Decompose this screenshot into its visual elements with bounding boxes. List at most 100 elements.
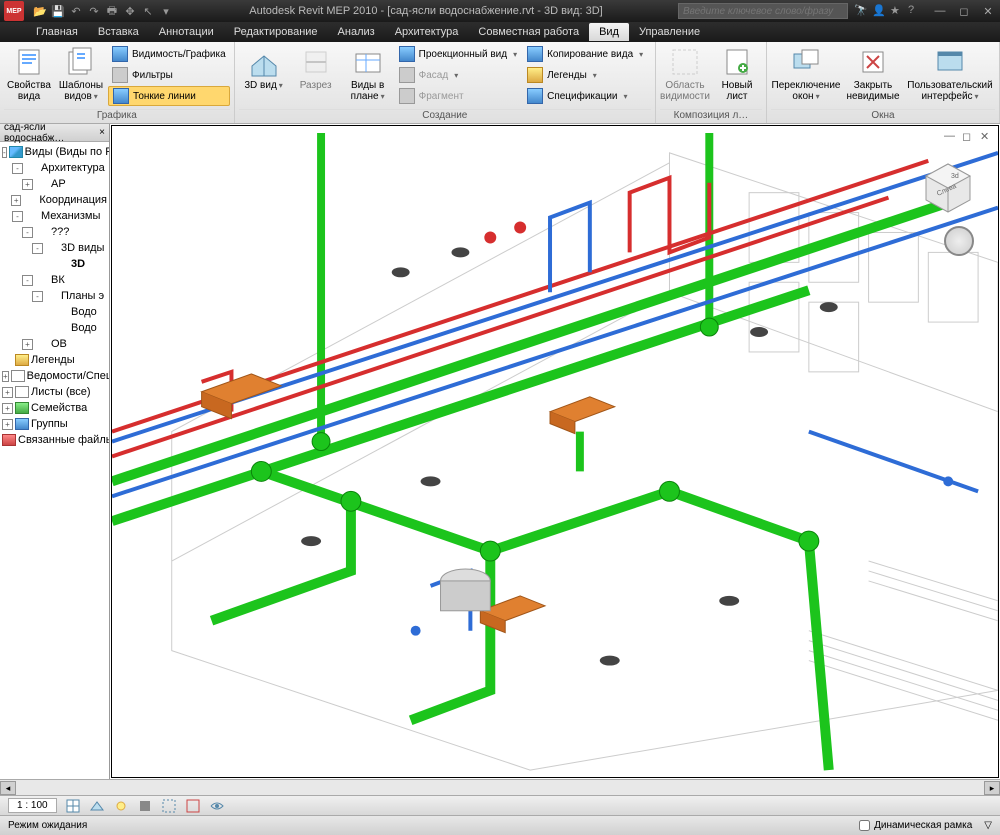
minimize-button[interactable]: — bbox=[928, 2, 952, 20]
tab-annotate[interactable]: Аннотации bbox=[149, 23, 224, 41]
expander-icon[interactable]: + bbox=[11, 195, 21, 206]
qat-open-icon[interactable]: 📂 bbox=[32, 3, 48, 19]
tree-node[interactable]: +ОВ bbox=[2, 336, 107, 352]
navigation-wheel[interactable] bbox=[944, 226, 974, 256]
tree-node[interactable]: +Координация bbox=[2, 192, 107, 208]
expander-icon[interactable]: + bbox=[22, 339, 33, 350]
plan-views-button[interactable]: Виды в плане▾ bbox=[343, 44, 393, 104]
expander-icon[interactable]: - bbox=[12, 211, 23, 222]
tree-node[interactable]: +Листы (все) bbox=[2, 384, 107, 400]
qat-modify-icon[interactable]: ✥ bbox=[122, 3, 138, 19]
tree-node[interactable]: -Виды (Виды по Р bbox=[2, 144, 107, 160]
tree-node[interactable]: Водо bbox=[2, 320, 107, 336]
viewport-3d[interactable]: — ◻ ✕ Слева 3d bbox=[111, 125, 999, 778]
tree-node[interactable]: -Механизмы bbox=[2, 208, 107, 224]
dynamic-frame-checkbox[interactable] bbox=[859, 820, 870, 831]
user-interface-button[interactable]: Пользовательский интерфейс▾ bbox=[905, 44, 995, 104]
visual-style-icon[interactable] bbox=[89, 798, 105, 814]
hide-isolate-icon[interactable] bbox=[209, 798, 225, 814]
crop-visible-icon[interactable] bbox=[185, 798, 201, 814]
tab-modify[interactable]: Редактирование bbox=[224, 23, 328, 41]
duplicate-view-button[interactable]: Копирование вида▾ bbox=[523, 44, 647, 64]
tree-node[interactable]: +Семейства bbox=[2, 400, 107, 416]
close-button[interactable]: ✕ bbox=[976, 2, 1000, 20]
new-sheet-button[interactable]: Новый лист bbox=[712, 44, 762, 104]
scroll-right-button[interactable]: ▸ bbox=[984, 781, 1000, 795]
viewcube[interactable]: Слева 3d bbox=[918, 156, 978, 216]
search-input[interactable] bbox=[678, 3, 848, 19]
detail-level-icon[interactable] bbox=[65, 798, 81, 814]
qat-print-icon[interactable]: 🖶 bbox=[104, 3, 120, 19]
expander-icon[interactable]: - bbox=[12, 163, 23, 174]
tree-node[interactable]: -Архитектура bbox=[2, 160, 107, 176]
tree-node[interactable]: -3D виды bbox=[2, 240, 107, 256]
tree-node[interactable]: +АР bbox=[2, 176, 107, 192]
tab-manage[interactable]: Управление bbox=[629, 23, 710, 41]
thin-lines-button[interactable]: Тонкие линии bbox=[108, 86, 230, 106]
browser-header[interactable]: сад-ясли водоснабж… × bbox=[0, 124, 109, 142]
vp-restore-icon[interactable]: ◻ bbox=[962, 130, 976, 144]
scroll-left-button[interactable]: ◂ bbox=[0, 781, 16, 795]
maximize-button[interactable]: ◻ bbox=[952, 2, 976, 20]
sun-path-icon[interactable] bbox=[113, 798, 129, 814]
horizontal-scrollbar[interactable]: ◂ ▸ bbox=[0, 779, 1000, 795]
tree-node[interactable]: Водо bbox=[2, 304, 107, 320]
switch-windows-button[interactable]: Переключение окон▾ bbox=[771, 44, 841, 104]
section-button[interactable]: Разрез bbox=[291, 44, 341, 93]
fragment-button[interactable]: Фрагмент bbox=[395, 86, 521, 106]
close-hidden-button[interactable]: Закрыть невидимые bbox=[843, 44, 903, 104]
tab-view[interactable]: Вид bbox=[589, 23, 629, 41]
tree-node[interactable]: +Группы bbox=[2, 416, 107, 432]
tree-node[interactable]: Связанные файлы bbox=[2, 432, 107, 448]
help-icon[interactable]: ? bbox=[908, 4, 922, 18]
visibility-graphics-button[interactable]: Видимость/Графика bbox=[108, 44, 230, 64]
expander-icon[interactable]: - bbox=[22, 227, 33, 238]
qat-cursor-icon[interactable]: ↖ bbox=[140, 3, 156, 19]
expander-icon[interactable]: + bbox=[2, 387, 13, 398]
view-properties-button[interactable]: Свойства вида bbox=[4, 44, 54, 104]
tab-collaborate[interactable]: Совместная работа bbox=[468, 23, 589, 41]
expander-icon[interactable]: - bbox=[2, 147, 7, 158]
3d-view-button[interactable]: 3D вид▾ bbox=[239, 44, 289, 93]
qat-redo-icon[interactable]: ↷ bbox=[86, 3, 102, 19]
binoculars-icon[interactable]: 🔭 bbox=[854, 4, 868, 18]
tab-architecture[interactable]: Архитектура bbox=[385, 23, 469, 41]
tree-node[interactable]: -ВК bbox=[2, 272, 107, 288]
communication-icon[interactable]: 👤 bbox=[872, 4, 886, 18]
filter-status-icon[interactable]: ▽ bbox=[984, 820, 992, 831]
view-templates-button[interactable]: Шаблоны видов▾ bbox=[56, 44, 106, 104]
legends-button[interactable]: Легенды▾ bbox=[523, 65, 647, 85]
tree-node[interactable]: -Планы э bbox=[2, 288, 107, 304]
tab-insert[interactable]: Вставка bbox=[88, 23, 149, 41]
browser-tree[interactable]: -Виды (Виды по Р-Архитектура+АР+Координа… bbox=[0, 142, 109, 779]
expander-icon[interactable]: - bbox=[32, 291, 43, 302]
tab-analyze[interactable]: Анализ bbox=[328, 23, 385, 41]
tab-home[interactable]: Главная bbox=[26, 23, 88, 41]
qat-undo-icon[interactable]: ↶ bbox=[68, 3, 84, 19]
projection-view-button[interactable]: Проекционный вид▾ bbox=[395, 44, 521, 64]
favorite-icon[interactable]: ★ bbox=[890, 4, 904, 18]
shadows-icon[interactable] bbox=[137, 798, 153, 814]
expander-icon[interactable]: + bbox=[2, 403, 13, 414]
expander-icon[interactable]: - bbox=[22, 275, 33, 286]
tree-node[interactable]: 3D bbox=[2, 256, 107, 272]
expander-icon[interactable]: + bbox=[22, 179, 33, 190]
expander-icon[interactable]: - bbox=[32, 243, 43, 254]
tree-node[interactable]: -??? bbox=[2, 224, 107, 240]
scale-selector[interactable]: 1 : 100 bbox=[8, 798, 57, 813]
app-icon[interactable]: MEP bbox=[4, 1, 24, 21]
vp-close-icon[interactable]: ✕ bbox=[980, 130, 994, 144]
schedules-button[interactable]: Спецификации▾ bbox=[523, 86, 647, 106]
tree-node[interactable]: Легенды bbox=[2, 352, 107, 368]
qat-dd-icon[interactable]: ▾ bbox=[158, 3, 174, 19]
qat-save-icon[interactable]: 💾 bbox=[50, 3, 66, 19]
filters-button[interactable]: Фильтры bbox=[108, 65, 230, 85]
visibility-region-button[interactable]: Область видимости bbox=[660, 44, 710, 104]
vp-minimize-icon[interactable]: — bbox=[944, 130, 958, 144]
tree-node[interactable]: +Ведомости/Спец bbox=[2, 368, 107, 384]
browser-close-icon[interactable]: × bbox=[99, 127, 105, 138]
expander-icon[interactable]: + bbox=[2, 371, 9, 382]
elevation-button[interactable]: Фасад▾ bbox=[395, 65, 521, 85]
crop-icon[interactable] bbox=[161, 798, 177, 814]
expander-icon[interactable]: + bbox=[2, 419, 13, 430]
